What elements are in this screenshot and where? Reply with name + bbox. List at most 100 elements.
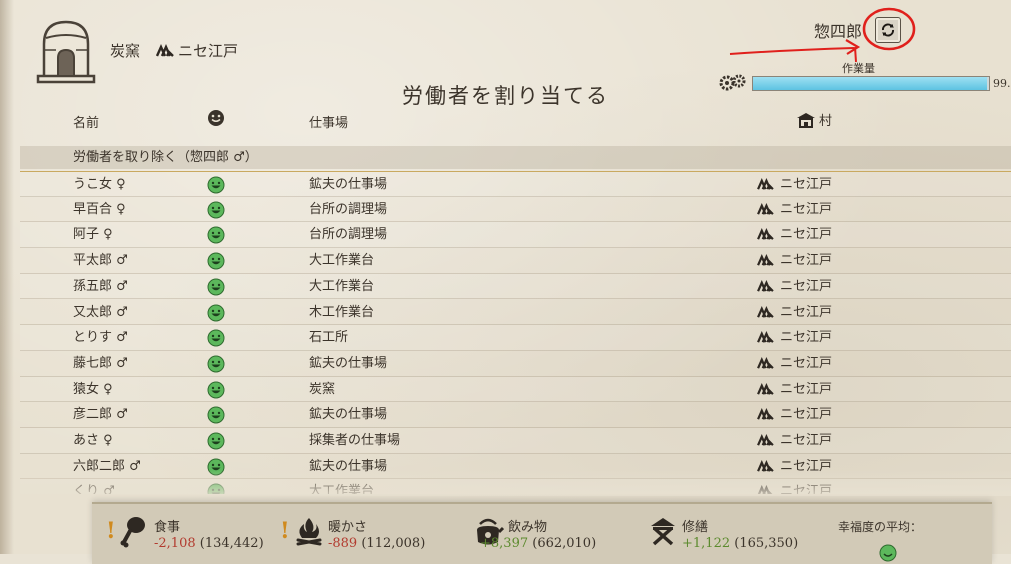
worker-village: ニセ江戸 bbox=[780, 227, 833, 243]
drink-label: 飲み物 bbox=[508, 520, 548, 535]
happy-face-icon bbox=[207, 226, 225, 244]
remove-worker-row[interactable]: 労働者を取り除く（惣四郎 ♂） bbox=[20, 146, 1011, 169]
warmth-total: (112,008) bbox=[361, 536, 426, 551]
village-icon bbox=[757, 331, 774, 344]
worker-row[interactable]: 猿女 ♀ 炭窯 ニセ江戸 bbox=[20, 376, 1011, 403]
worker-village: ニセ江戸 bbox=[780, 201, 833, 217]
column-header-village[interactable]: 村 bbox=[796, 110, 832, 129]
happiness-average-label: 幸福度の平均： bbox=[838, 520, 923, 534]
happy-face-icon bbox=[207, 278, 225, 296]
worker-village: ニセ江戸 bbox=[780, 381, 833, 397]
worker-village: ニセ江戸 bbox=[780, 253, 833, 269]
column-header-village-label: 村 bbox=[819, 114, 833, 129]
worker-row[interactable]: 平太郎 ♂ 大工作業台 ニセ江戸 bbox=[20, 248, 1011, 274]
charcoal-kiln-icon bbox=[36, 20, 96, 84]
happy-face-icon bbox=[207, 201, 225, 219]
workload-label: 作業量 bbox=[842, 62, 875, 75]
happy-face-icon bbox=[207, 176, 225, 194]
worker-table: 労働者を取り除く（惣四郎 ♂） うこ女 ♀ 鉱夫の仕事場 ニセ江戸 早百合 ♀ 台所の調… bbox=[20, 146, 1011, 494]
village-icon bbox=[757, 382, 774, 395]
happy-face-icon bbox=[207, 406, 225, 424]
house-icon bbox=[797, 112, 815, 128]
warning-icon: ! bbox=[106, 518, 116, 544]
village-icon bbox=[757, 178, 774, 190]
village-icon bbox=[757, 254, 774, 267]
village-label: ニセ江戸 bbox=[156, 40, 238, 61]
food-icon bbox=[120, 517, 145, 548]
worker-village: ニセ江戸 bbox=[780, 278, 833, 294]
worker-village: ニセ江戸 bbox=[780, 433, 833, 448]
worker-row[interactable]: 藤七郎 ♂ 鉱夫の仕事場 ニセ江戸 bbox=[20, 351, 1011, 377]
worker-workplace: 鉱夫の仕事場 bbox=[309, 177, 388, 192]
column-header-name[interactable]: 名前 bbox=[73, 112, 99, 131]
village-icon bbox=[757, 279, 774, 292]
happy-face-icon bbox=[879, 544, 897, 562]
repair-icon bbox=[651, 518, 675, 546]
worker-row[interactable]: 阿子 ♀ 台所の調理場 ニセ江戸 bbox=[20, 222, 1011, 249]
column-header-workplace[interactable]: 仕事場 bbox=[309, 112, 348, 131]
worker-village: ニセ江戸 bbox=[780, 330, 833, 346]
worker-workplace: 鉱夫の仕事場 bbox=[309, 355, 388, 371]
worker-workplace: 石工所 bbox=[309, 330, 349, 346]
worker-workplace: 大工作業台 bbox=[309, 278, 375, 294]
worker-row[interactable]: 孫五郎 ♂ 大工作業台 ニセ江戸 bbox=[20, 273, 1011, 300]
warmth-delta: -889 bbox=[328, 536, 358, 551]
worker-name: 又太郎 ♂ bbox=[73, 304, 128, 320]
worker-workplace: 鉱夫の仕事場 bbox=[309, 407, 388, 423]
worker-village: ニセ江戸 bbox=[780, 407, 833, 423]
worker-name: 彦二郎 ♂ bbox=[73, 407, 128, 423]
worker-row[interactable]: とりす ♂ 石工所 ニセ江戸 bbox=[20, 325, 1011, 351]
worker-name: 早百合 ♀ bbox=[73, 201, 126, 217]
drink-values: +8,397 (662,010) bbox=[480, 536, 596, 551]
worker-village: ニセ江戸 bbox=[780, 177, 833, 192]
worker-name: 阿子 ♀ bbox=[73, 227, 113, 243]
village-icon bbox=[156, 43, 174, 57]
worker-name: 平太郎 ♂ bbox=[73, 253, 128, 269]
warmth-values: -889 (112,008) bbox=[328, 536, 425, 551]
worker-workplace: 台所の調理場 bbox=[309, 201, 388, 217]
happy-face-icon bbox=[207, 304, 225, 321]
worker-name: 藤七郎 ♂ bbox=[73, 355, 128, 371]
food-values: -2,108 (134,442) bbox=[154, 536, 264, 551]
worker-village: ニセ江戸 bbox=[780, 304, 833, 320]
worker-row[interactable]: 早百合 ♀ 台所の調理場 ニセ江戸 bbox=[20, 197, 1011, 223]
worker-name: うこ女 ♀ bbox=[73, 177, 126, 192]
drink-total: (662,010) bbox=[532, 536, 597, 551]
happy-face-icon bbox=[207, 381, 225, 399]
happy-face-icon bbox=[207, 252, 225, 270]
village-icon bbox=[757, 305, 774, 318]
village-icon bbox=[757, 408, 774, 421]
repair-values: +1,122 (165,350) bbox=[682, 536, 798, 551]
village-icon bbox=[757, 202, 774, 215]
village-icon bbox=[757, 228, 774, 241]
page-title: 労働者を割り当てる bbox=[402, 84, 609, 108]
worker-row[interactable]: 彦二郎 ♂ 鉱夫の仕事場 ニセ江戸 bbox=[20, 402, 1011, 428]
worker-name: 孫五郎 ♂ bbox=[73, 278, 128, 294]
food-label: 食事 bbox=[154, 520, 181, 535]
worker-row[interactable]: 又太郎 ♂ 木工作業台 ニセ江戸 bbox=[20, 300, 1011, 326]
warning-icon: ! bbox=[280, 518, 290, 544]
swap-worker-button[interactable] bbox=[875, 17, 901, 43]
resource-footer: ! 食事 -2,108 (134,442) ! 暖かさ -889 (112,00… bbox=[92, 502, 992, 564]
repair-delta: +1,122 bbox=[682, 536, 731, 551]
worker-name: 猿女 ♀ bbox=[73, 381, 113, 397]
repair-label: 修繕 bbox=[682, 520, 709, 535]
worker-name: あさ ♀ bbox=[73, 433, 113, 448]
happy-face-icon bbox=[207, 329, 225, 347]
village-name: ニセ江戸 bbox=[178, 42, 239, 60]
table-fade bbox=[20, 470, 1011, 496]
worker-workplace: 木工作業台 bbox=[309, 304, 375, 320]
worker-workplace: 炭窯 bbox=[309, 381, 336, 397]
fire-icon bbox=[296, 518, 322, 546]
repair-total: (165,350) bbox=[734, 536, 799, 551]
selected-worker-name: 惣四郎 bbox=[814, 22, 863, 41]
food-delta: -2,108 bbox=[154, 536, 196, 551]
worker-row[interactable]: うこ女 ♀ 鉱夫の仕事場 ニセ江戸 bbox=[20, 171, 1011, 197]
happiness-column-icon[interactable] bbox=[207, 109, 225, 127]
worker-row[interactable]: あさ ♀ 採集者の仕事場 ニセ江戸 bbox=[20, 428, 1011, 454]
village-icon bbox=[757, 356, 774, 369]
village-icon bbox=[757, 434, 774, 446]
building-name: 炭窯 bbox=[110, 42, 141, 60]
worker-workplace: 大工作業台 bbox=[309, 253, 375, 269]
happy-face-icon bbox=[207, 432, 225, 450]
